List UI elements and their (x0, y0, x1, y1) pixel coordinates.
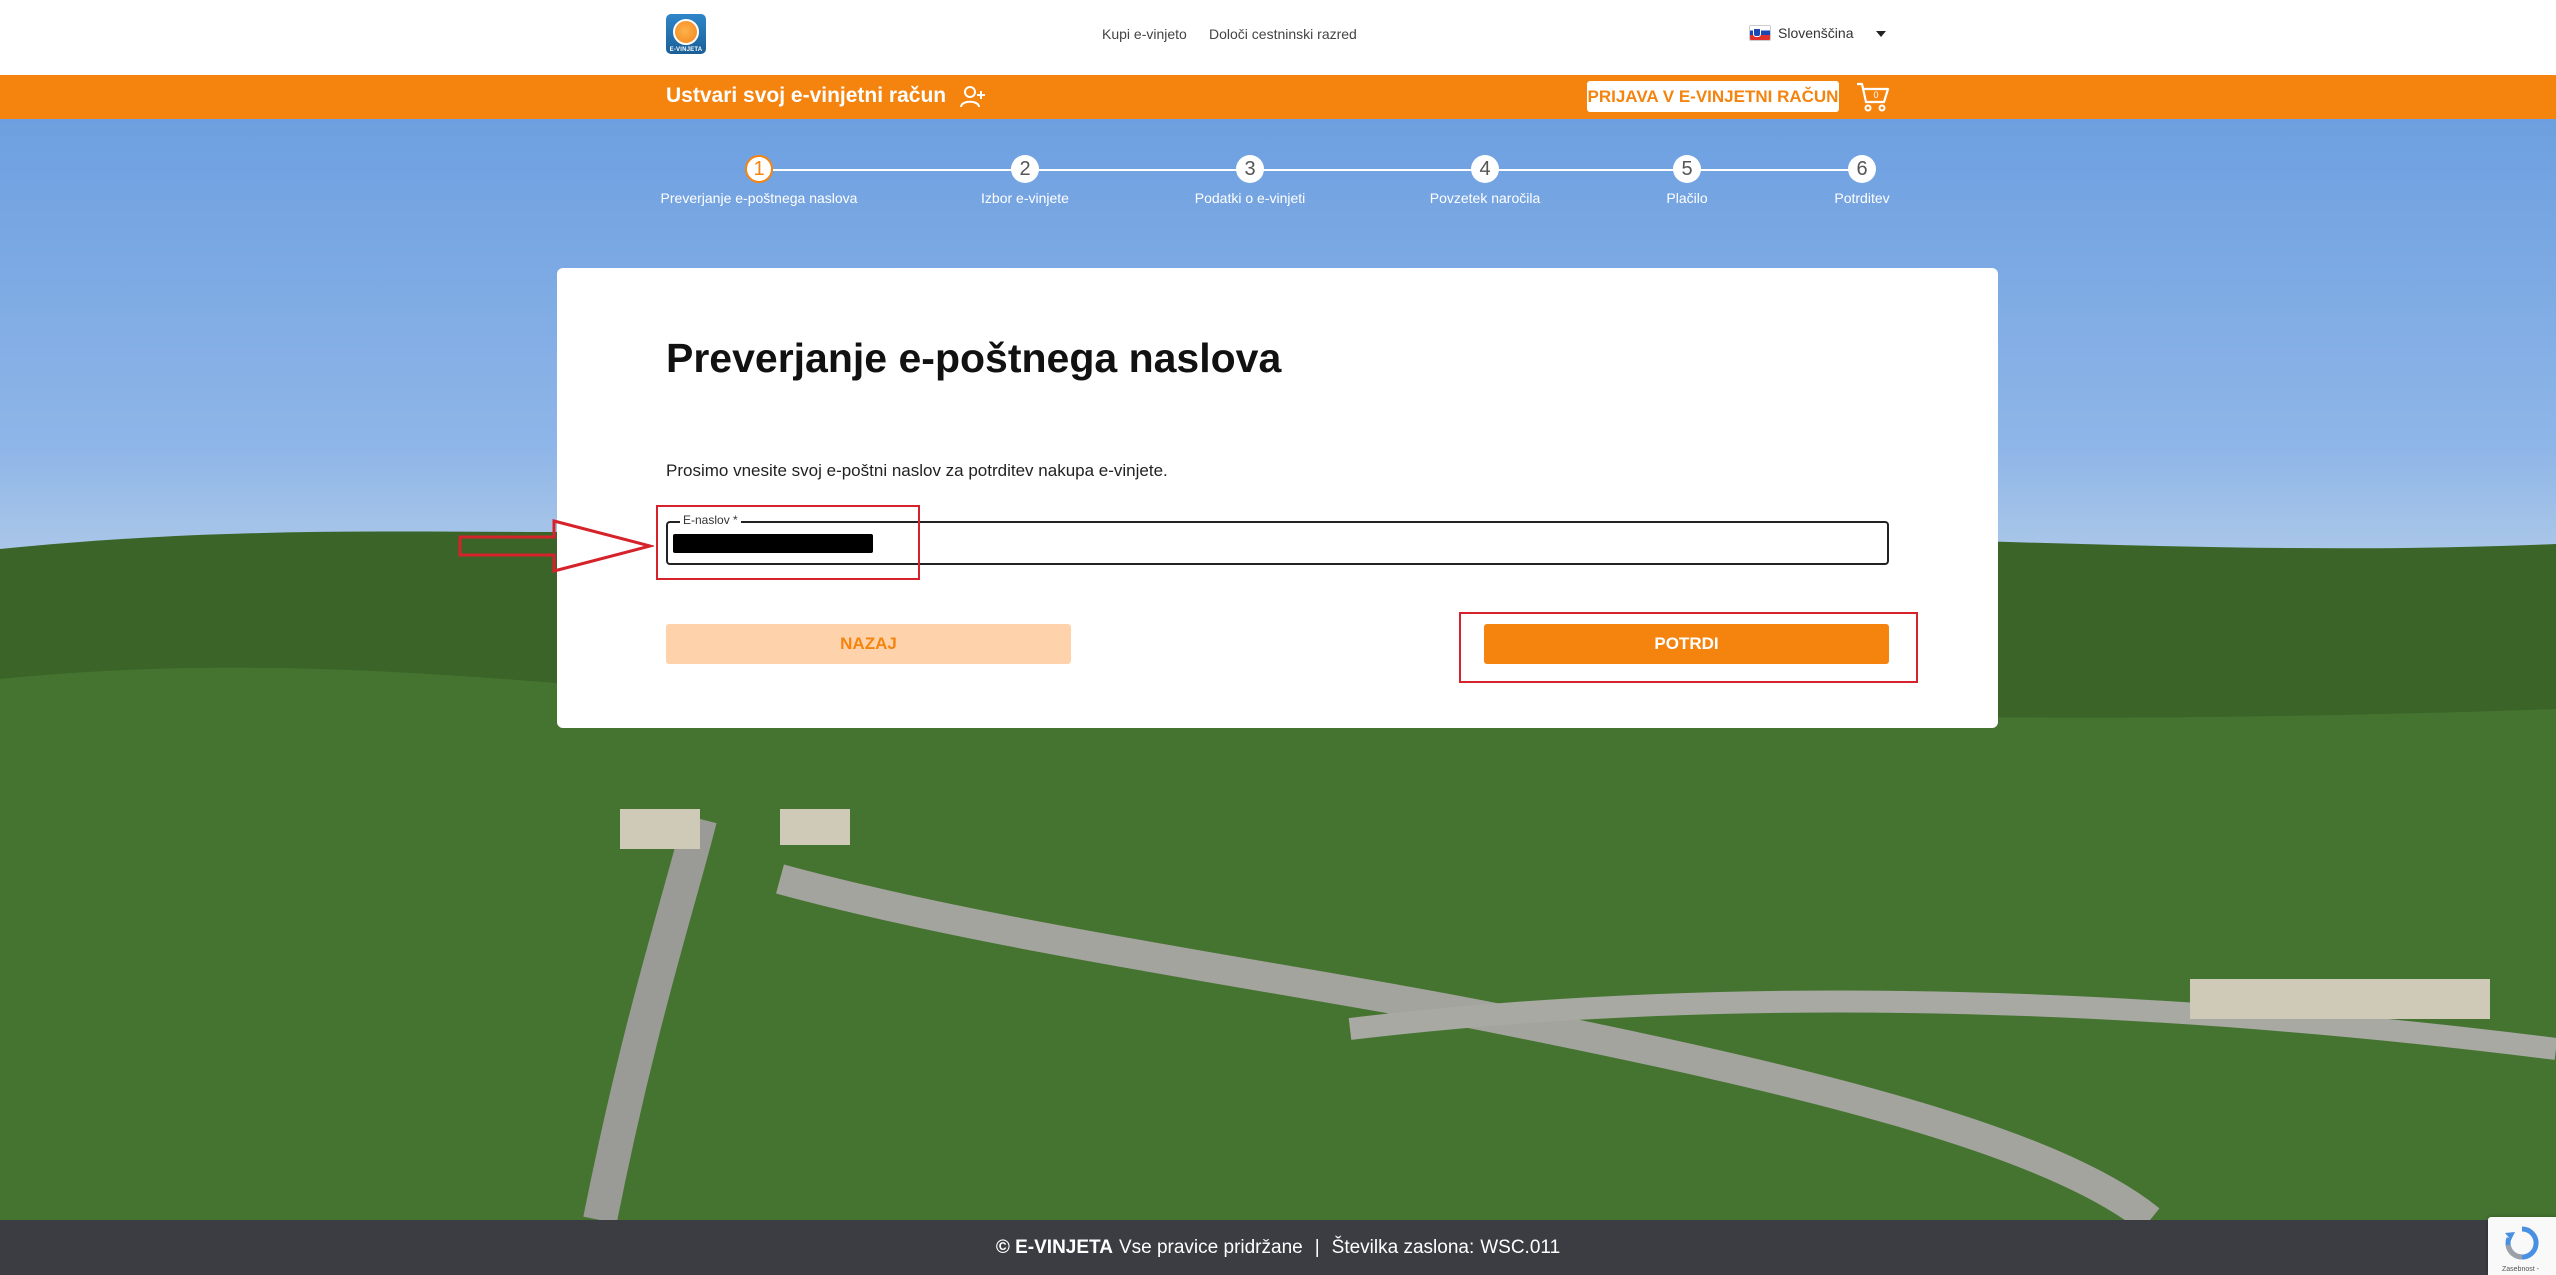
add-user-icon[interactable] (960, 85, 986, 109)
step-3-label: Podatki o e-vinjeti (1194, 190, 1306, 206)
footer-rights: Vse pravice pridržane (1118, 1236, 1303, 1258)
toll-class-link[interactable]: Določi cestninski razred (1209, 26, 1357, 42)
annotation-box-confirm (1459, 612, 1918, 683)
page-title: Preverjanje e-poštnega naslova (666, 335, 1282, 381)
step-2-label: Izbor e-vinjete (981, 190, 1069, 206)
annotation-box-email (656, 505, 920, 580)
step-5-circle: 5 (1673, 155, 1701, 183)
buy-vignette-link[interactable]: Kupi e-vinjeto (1102, 26, 1187, 42)
recaptcha-privacy-text[interactable]: Zasebnost - (2502, 1266, 2539, 1273)
progress-stepper (0, 119, 2556, 239)
recaptcha-icon (2505, 1226, 2539, 1260)
step-3-circle: 3 (1236, 155, 1264, 183)
language-label: Slovenščina (1778, 25, 1854, 41)
cart-count: 0 (1873, 90, 1878, 100)
slovenia-flag-icon (1750, 26, 1770, 40)
step-6-label: Potrditev (1834, 190, 1890, 206)
step-1-label: Preverjanje e-poštnega naslova (660, 190, 858, 206)
login-button[interactable]: PRIJAVA V E-VINJETNI RAČUN (1587, 81, 1839, 112)
account-bar: Ustvari svoj e-vinjetni račun PRIJAVA V … (0, 75, 2556, 119)
create-account-title[interactable]: Ustvari svoj e-vinjetni račun (666, 84, 946, 108)
step-6-circle: 6 (1848, 155, 1876, 183)
logo-text: E-VINJETA (669, 47, 703, 53)
step-4-circle: 4 (1471, 155, 1499, 183)
recaptcha-badge[interactable]: Zasebnost - (2488, 1217, 2556, 1275)
instruction-text: Prosimo vnesite svoj e-poštni naslov za … (666, 461, 1168, 480)
footer: © E-VINJETA Vse pravice pridržane | Štev… (0, 1220, 2556, 1275)
footer-screen-label: Številka zaslona: (1331, 1236, 1475, 1258)
back-button[interactable]: NAZAJ (666, 624, 1071, 664)
chevron-down-icon[interactable] (1876, 31, 1886, 37)
step-4-label: Povzetek naročila (1429, 190, 1541, 206)
footer-brand: © E-VINJETA (995, 1236, 1113, 1258)
e-vinjeta-logo[interactable]: E-VINJETA (666, 14, 706, 54)
step-2-circle: 2 (1011, 155, 1039, 183)
footer-separator: | (1314, 1236, 1320, 1258)
annotation-arrow-icon (458, 519, 654, 573)
footer-screen-code: WSC.011 (1480, 1236, 1561, 1258)
cart-icon[interactable]: 0 (1856, 81, 1890, 113)
step-5-label: Plačilo (1666, 190, 1708, 206)
language-selector[interactable]: Slovenščina (1750, 25, 1854, 41)
top-navigation: E-VINJETA Kupi e-vinjeto Določi cestnins… (0, 0, 2556, 75)
step-1-circle: 1 (745, 155, 773, 183)
